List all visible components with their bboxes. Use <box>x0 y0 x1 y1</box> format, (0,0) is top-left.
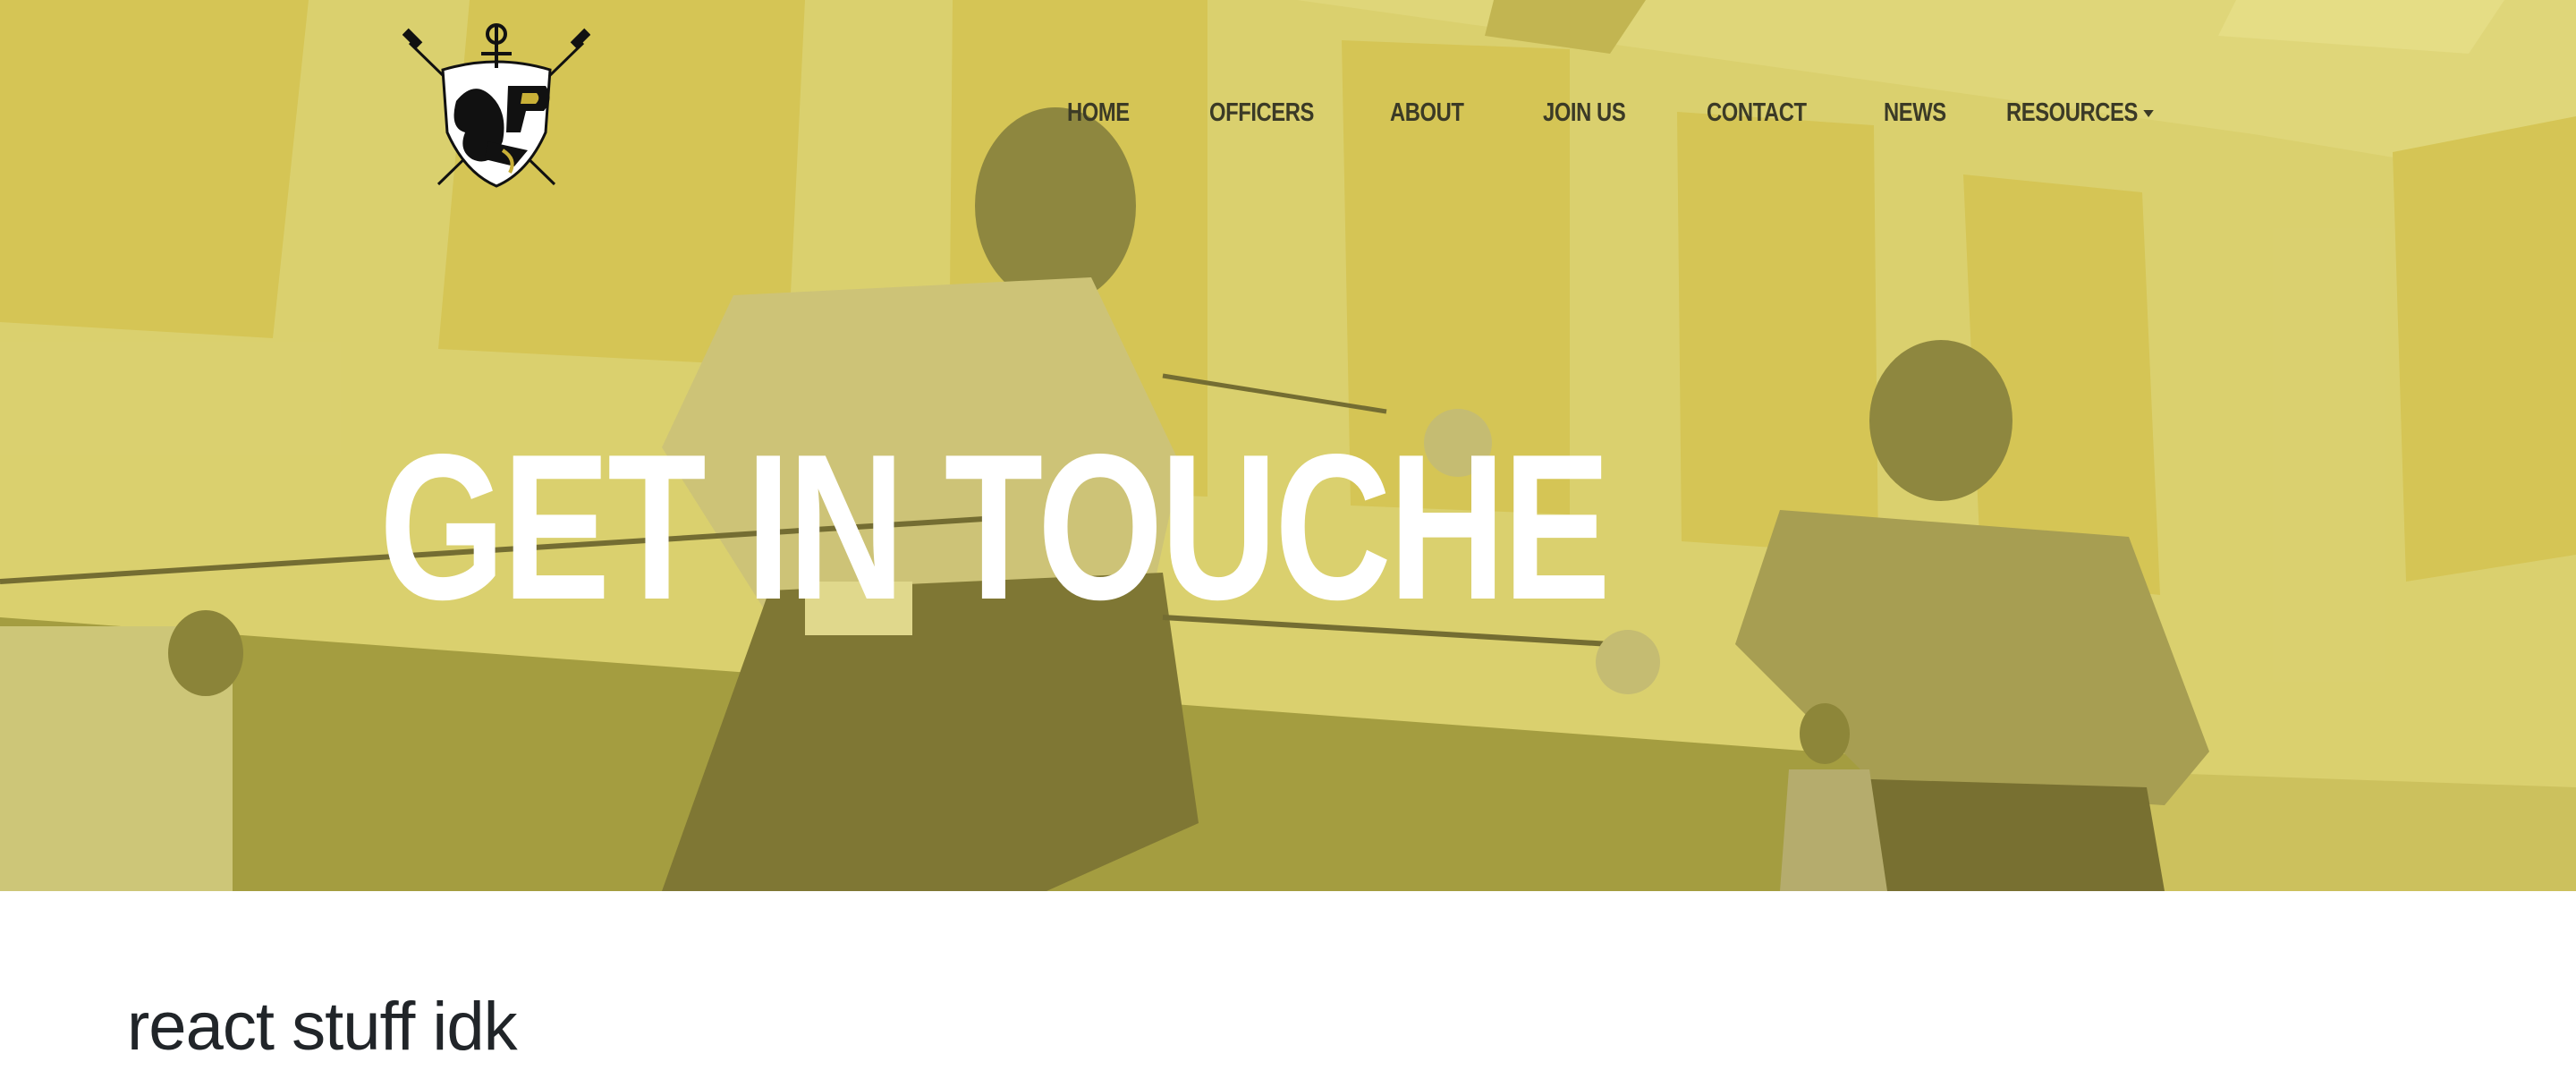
content-heading: react stuff idk <box>127 988 518 1065</box>
main-navigation: HOME OFFICERS ABOUT JOIN US CONTACT NEWS… <box>0 0 2576 233</box>
nav-officers-link[interactable]: OFFICERS <box>1209 95 1314 131</box>
nav-about-link[interactable]: ABOUT <box>1390 95 1464 131</box>
hero-banner: HOME OFFICERS ABOUT JOIN US CONTACT NEWS… <box>0 0 2576 891</box>
caret-down-icon <box>2143 110 2154 118</box>
nav-resources-dropdown[interactable]: RESOURCES <box>2006 95 2154 131</box>
nav-join-us-link[interactable]: JOIN US <box>1543 95 1626 131</box>
hero-title: GET IN TOUCHE <box>379 412 1611 643</box>
nav-contact-link[interactable]: CONTACT <box>1707 95 1807 131</box>
nav-home-link[interactable]: HOME <box>1067 95 1130 131</box>
nav-news-link[interactable]: NEWS <box>1884 95 1946 131</box>
nav-resources-label: RESOURCES <box>2006 98 2138 127</box>
